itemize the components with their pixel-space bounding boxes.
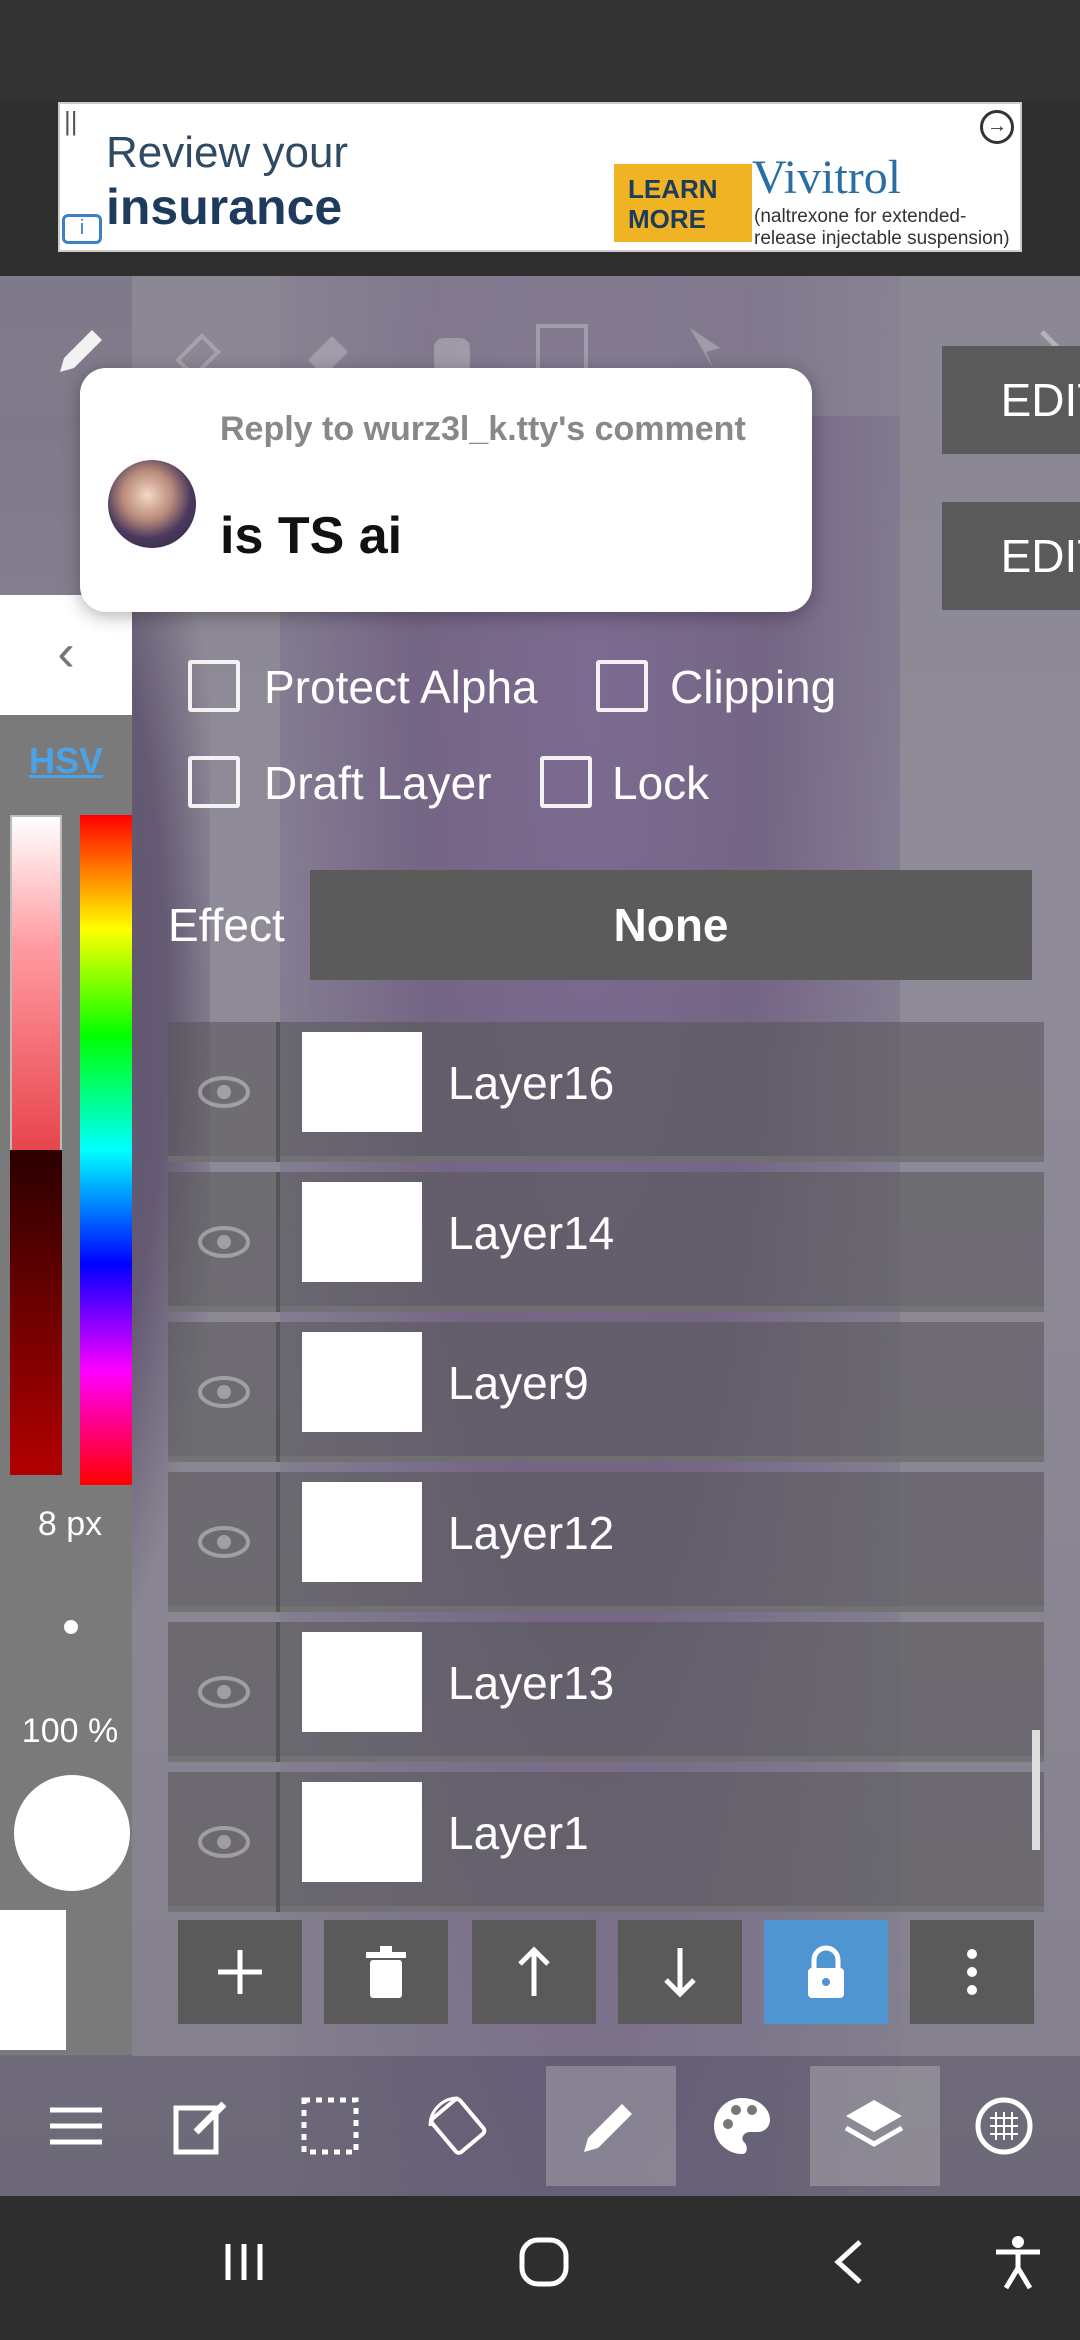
- rotate-icon[interactable]: [422, 2090, 494, 2162]
- eye-icon[interactable]: [196, 1214, 252, 1270]
- lock-icon: [808, 1945, 844, 1998]
- effect-label: Effect: [168, 899, 285, 951]
- pen-icon[interactable]: [574, 2090, 646, 2162]
- lock-checkbox[interactable]: [540, 756, 592, 808]
- layer-name: Layer12: [448, 1507, 615, 1559]
- avatar: [108, 460, 196, 548]
- layer-list-scrollbar[interactable]: [1032, 1730, 1040, 1850]
- ad-close-icon[interactable]: →: [980, 110, 1014, 144]
- palette-icon[interactable]: [706, 2090, 778, 2162]
- layer-row[interactable]: Layer16: [168, 1022, 1044, 1162]
- layer-row[interactable]: Layer13: [168, 1622, 1044, 1762]
- delete-layer-button[interactable]: [324, 1920, 448, 2024]
- move-layer-down-button[interactable]: [618, 1920, 742, 2024]
- edit-icon[interactable]: [166, 2090, 238, 2162]
- layer-name: Layer14: [448, 1207, 615, 1259]
- brush-preview-dot: [64, 1620, 78, 1634]
- menu-icon[interactable]: [40, 2090, 112, 2162]
- protect-alpha-checkbox[interactable]: [188, 660, 240, 712]
- layer-divider: [276, 1772, 280, 1912]
- home-icon[interactable]: [514, 2232, 574, 2292]
- draft-layer-label: Draft Layer: [264, 757, 492, 809]
- layer-thumbnail: [302, 1632, 422, 1732]
- ad-learn-more-button[interactable]: LEARN MORE: [614, 164, 752, 242]
- accessibility-icon[interactable]: [988, 2232, 1048, 2292]
- ad-headline-line2: insurance: [106, 179, 343, 235]
- plus-icon: [218, 1950, 262, 1994]
- draft-layer-checkbox[interactable]: [188, 756, 240, 808]
- layer-list: Layer16 Layer14 Layer9 Layer12 Layer13 L…: [168, 1022, 1044, 1912]
- eye-icon[interactable]: [196, 1514, 252, 1570]
- edit-button-1[interactable]: EDIT: [942, 346, 1080, 454]
- layers-icon[interactable]: [838, 2090, 910, 2162]
- more-icon: [967, 1949, 977, 1995]
- notification-title: Reply to wurz3l_k.tty's comment: [220, 410, 746, 448]
- recents-icon[interactable]: [214, 2232, 274, 2292]
- selection-icon[interactable]: [294, 2090, 366, 2162]
- protect-alpha-label: Protect Alpha: [264, 661, 538, 713]
- ad-banner[interactable]: || Review your insurance LEARN MORE Vivi…: [58, 102, 1022, 252]
- layer-thumbnail: [302, 1482, 422, 1582]
- layer-name: Layer16: [448, 1057, 615, 1109]
- collapse-panel-icon[interactable]: ‹: [0, 595, 132, 715]
- layer-divider: [276, 1322, 280, 1462]
- layer-name: Layer9: [448, 1357, 589, 1409]
- layer-thumbnail: [302, 1782, 422, 1882]
- trash-icon: [366, 1946, 406, 1998]
- layer-thumbnail: [302, 1032, 422, 1132]
- lock-label: Lock: [612, 757, 710, 809]
- layer-thumbnail: [302, 1332, 422, 1432]
- hue-bar[interactable]: [80, 815, 132, 1485]
- layer-name: Layer13: [448, 1657, 615, 1709]
- add-layer-button[interactable]: [178, 1920, 302, 2024]
- effect-dropdown[interactable]: None: [310, 870, 1032, 980]
- eye-icon[interactable]: [196, 1364, 252, 1420]
- notification-body: is TS ai: [220, 507, 403, 565]
- move-layer-up-button[interactable]: [472, 1920, 596, 2024]
- layer-divider: [276, 1022, 280, 1162]
- ad-info-icon[interactable]: i: [62, 214, 102, 244]
- ad-subtitle: (naltrexone for extended-release injecta…: [754, 206, 1010, 249]
- eye-icon[interactable]: [196, 1664, 252, 1720]
- back-icon[interactable]: [820, 2232, 880, 2292]
- material-icon[interactable]: [968, 2090, 1040, 2162]
- layer-thumbnail: [302, 1182, 422, 1282]
- edit-button-2[interactable]: EDIT: [942, 502, 1080, 610]
- value-bar-dark[interactable]: [10, 1150, 62, 1475]
- clipping-label: Clipping: [670, 661, 837, 713]
- layer-name: Layer1: [448, 1807, 589, 1859]
- layer-divider: [276, 1172, 280, 1312]
- clipping-checkbox[interactable]: [596, 660, 648, 712]
- comment-notification[interactable]: Reply to wurz3l_k.tty's comment is TS ai: [80, 368, 812, 612]
- layer-row[interactable]: Layer12: [168, 1472, 1044, 1612]
- arrow-down-icon: [664, 1948, 696, 1998]
- layer-divider: [276, 1472, 280, 1612]
- status-bar: [0, 0, 1080, 100]
- layer-more-button[interactable]: [910, 1920, 1034, 2024]
- brush-size-label[interactable]: 8 px: [0, 1505, 140, 1544]
- ad-headline-line1: Review your: [106, 128, 349, 177]
- opacity-label[interactable]: 100 %: [0, 1712, 140, 1751]
- layer-divider: [276, 1622, 280, 1762]
- secondary-color-swatch[interactable]: [0, 1910, 66, 2050]
- arrow-up-icon: [518, 1946, 550, 1996]
- ad-pause-icon[interactable]: ||: [64, 106, 78, 137]
- eye-icon[interactable]: [196, 1064, 252, 1120]
- layer-row[interactable]: Layer9: [168, 1322, 1044, 1462]
- layer-row[interactable]: Layer14: [168, 1172, 1044, 1312]
- hsv-mode-link[interactable]: HSV: [0, 740, 132, 782]
- lock-layer-button[interactable]: [764, 1920, 888, 2024]
- eye-icon[interactable]: [196, 1814, 252, 1870]
- ad-brand: Vivitrol: [752, 151, 902, 204]
- current-color-swatch[interactable]: [14, 1775, 130, 1891]
- layer-row[interactable]: Layer1: [168, 1772, 1044, 1912]
- system-nav-bar: [0, 2196, 1080, 2340]
